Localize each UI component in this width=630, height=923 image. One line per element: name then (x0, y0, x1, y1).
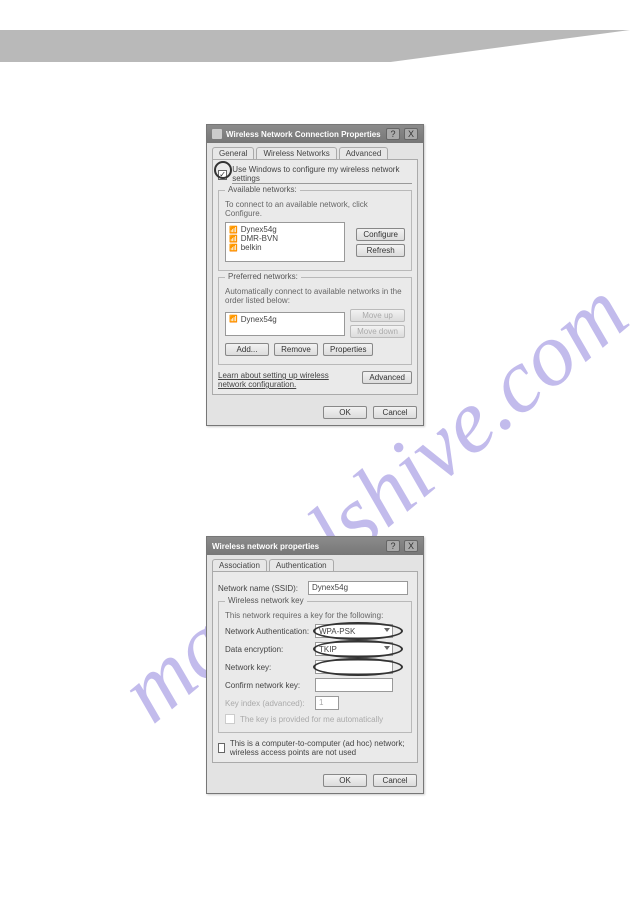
list-item[interactable]: 📶belkin (228, 243, 342, 252)
title-text: Wireless Network Connection Properties (226, 130, 382, 139)
key-hint: This network requires a key for the foll… (225, 611, 405, 620)
use-windows-label: Use Windows to configure my wireless net… (232, 165, 412, 184)
properties-button[interactable]: Properties (323, 343, 373, 356)
enc-value: TKIP (319, 645, 337, 654)
index-label: Key index (advanced): (225, 699, 315, 708)
title-text: Wireless network properties (212, 542, 382, 551)
learn-link[interactable]: Learn about setting up wireless network … (218, 371, 357, 389)
cancel-button[interactable]: Cancel (373, 406, 417, 419)
window-icon (212, 129, 222, 139)
titlebar: Wireless Network Connection Properties ?… (207, 125, 423, 143)
ssid-label: Network name (SSID): (218, 584, 308, 593)
use-windows-checkbox[interactable]: ✓ (218, 170, 227, 180)
auto-key-checkbox (225, 714, 235, 724)
tabstrip: General Wireless Networks Advanced (207, 143, 423, 159)
remove-button[interactable]: Remove (274, 343, 318, 356)
key-legend: Wireless network key (225, 596, 307, 605)
tabstrip: Association Authentication (207, 555, 423, 571)
configure-button[interactable]: Configure (356, 228, 405, 241)
advanced-button[interactable]: Advanced (362, 371, 412, 384)
available-hint: To connect to an available network, clic… (225, 200, 405, 218)
auth-dropdown[interactable]: WPA-PSK (315, 624, 393, 638)
list-item[interactable]: 📶DMR-BVN (228, 234, 342, 243)
tab-general[interactable]: General (212, 147, 254, 159)
signal-icon: 📶 (229, 315, 238, 323)
adhoc-label: This is a computer-to-computer (ad hoc) … (230, 739, 412, 757)
list-item[interactable]: 📶Dynex54g (228, 315, 342, 324)
signal-icon: 📶 (229, 244, 238, 252)
move-down-button[interactable]: Move down (350, 325, 405, 338)
list-item-label: DMR-BVN (241, 234, 278, 243)
add-button[interactable]: Add... (225, 343, 269, 356)
preferred-hint: Automatically connect to available netwo… (225, 287, 405, 305)
dialog-wireless-connection-properties: Wireless Network Connection Properties ?… (206, 124, 424, 426)
preferred-list[interactable]: 📶Dynex54g (225, 312, 345, 336)
auto-key-label: The key is provided for me automatically (240, 715, 383, 724)
auth-label: Network Authentication: (225, 627, 315, 636)
move-up-button[interactable]: Move up (350, 309, 405, 322)
tab-authentication[interactable]: Authentication (269, 559, 334, 571)
help-button[interactable]: ? (386, 128, 400, 140)
available-list[interactable]: 📶Dynex54g 📶DMR-BVN 📶belkin (225, 222, 345, 262)
auth-value: WPA-PSK (319, 627, 355, 636)
adhoc-checkbox[interactable] (218, 743, 225, 753)
refresh-button[interactable]: Refresh (356, 244, 405, 257)
enc-label: Data encryption: (225, 645, 315, 654)
tab-association[interactable]: Association (212, 559, 267, 571)
index-spinner: 1 (315, 696, 339, 710)
close-button[interactable]: X (404, 128, 418, 140)
tab-wireless-networks[interactable]: Wireless Networks (256, 147, 336, 159)
confirm-input[interactable] (315, 678, 393, 692)
list-item[interactable]: 📶Dynex54g (228, 225, 342, 234)
signal-icon: 📶 (229, 235, 238, 243)
list-item-label: Dynex54g (241, 315, 277, 324)
wireless-key-group: Wireless network key This network requir… (218, 601, 412, 733)
preferred-networks-group: Preferred networks: Automatically connec… (218, 277, 412, 365)
netkey-input[interactable] (315, 660, 393, 674)
cancel-button[interactable]: Cancel (373, 774, 417, 787)
ok-button[interactable]: OK (323, 774, 367, 787)
help-button[interactable]: ? (386, 540, 400, 552)
available-legend: Available networks: (225, 185, 300, 194)
preferred-legend: Preferred networks: (225, 272, 301, 281)
tab-advanced[interactable]: Advanced (339, 147, 389, 159)
list-item-label: Dynex54g (241, 225, 277, 234)
close-button[interactable]: X (404, 540, 418, 552)
available-networks-group: Available networks: To connect to an ava… (218, 190, 412, 271)
dialog-wireless-network-properties: Wireless network properties ? X Associat… (206, 536, 424, 794)
page-header-wedge (0, 30, 630, 62)
list-item-label: belkin (241, 243, 262, 252)
netkey-label: Network key: (225, 663, 315, 672)
ok-button[interactable]: OK (323, 406, 367, 419)
confirm-label: Confirm network key: (225, 681, 315, 690)
ssid-input[interactable]: Dynex54g (308, 581, 408, 595)
titlebar: Wireless network properties ? X (207, 537, 423, 555)
enc-dropdown[interactable]: TKIP (315, 642, 393, 656)
signal-icon: 📶 (229, 226, 238, 234)
